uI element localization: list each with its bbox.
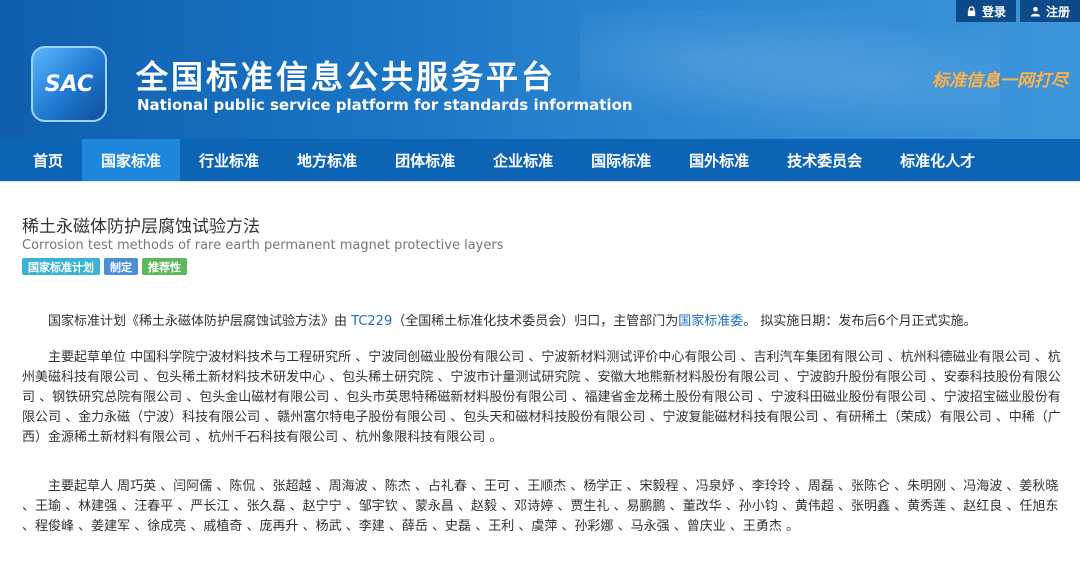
site-subtitle: National public service platform for sta…: [137, 96, 633, 114]
intro-text-2: （全国稀土标准化技术委员会）归口，主管部门为: [392, 314, 679, 329]
nav-item-local-standards[interactable]: 地方标准: [278, 139, 376, 181]
standard-badges: 国家标准计划 制定 推荐性: [22, 258, 187, 275]
nav-item-enterprise-standards[interactable]: 企业标准: [474, 139, 572, 181]
standard-title: 稀土永磁体防护层腐蚀试验方法: [22, 217, 260, 237]
intro-text-1: 国家标准计划《稀土永磁体防护层腐蚀试验方法》由: [48, 314, 352, 329]
nav-item-home[interactable]: 首页: [14, 139, 82, 181]
intro-paragraph: 国家标准计划《稀土永磁体防护层腐蚀试验方法》由 TC229（全国稀土标准化技术委…: [22, 312, 1064, 332]
main-nav: 首页 国家标准 行业标准 地方标准 团体标准 企业标准 国际标准 国外标准 技术…: [0, 139, 1080, 181]
department-link[interactable]: 国家标准委: [678, 314, 743, 329]
standard-title-english: Corrosion test methods of rare earth per…: [22, 238, 504, 253]
badge-plan-type: 国家标准计划: [22, 258, 100, 275]
nav-item-standardization-talent[interactable]: 标准化人才: [881, 139, 994, 181]
register-button[interactable]: 注册: [1019, 0, 1080, 22]
login-button[interactable]: 登录: [955, 0, 1016, 22]
badge-status: 制定: [104, 258, 138, 275]
intro-text-3: 。 拟实施日期：发布后6个月正式实施。: [743, 314, 977, 329]
badge-nature: 推荐性: [142, 258, 187, 275]
drafters-text: 主要起草人 周巧英 、闫阿儒 、陈侃 、张超越 、周海波 、陈杰 、占礼春 、王…: [22, 479, 1059, 534]
nav-item-industry-standards[interactable]: 行业标准: [180, 139, 278, 181]
nav-item-technical-committees[interactable]: 技术委员会: [768, 139, 881, 181]
drafting-units-text: 主要起草单位 中国科学院宁波材料技术与工程研究所 、宁波同创磁业股份有限公司 、…: [22, 350, 1061, 445]
nav-item-international-standards[interactable]: 国际标准: [572, 139, 670, 181]
slogan: 标准信息一网打尽: [932, 71, 1068, 91]
drafters-paragraph: 主要起草人 周巧英 、闫阿儒 、陈侃 、张超越 、周海波 、陈杰 、占礼春 、王…: [22, 477, 1064, 537]
logo-text: SAC: [44, 71, 94, 97]
drafting-units-paragraph: 主要起草单位 中国科学院宁波材料技术与工程研究所 、宁波同创磁业股份有限公司 、…: [22, 348, 1064, 448]
login-label: 登录: [981, 4, 1006, 19]
account-bar: 登录 注册: [952, 0, 1080, 22]
sac-logo[interactable]: SAC: [31, 46, 107, 122]
header-divider: [0, 181, 1080, 182]
site-header: 登录 注册 SAC 全国标准信息公共服务平台 National public s…: [0, 0, 1080, 139]
user-icon: [1030, 6, 1041, 17]
site-title: 全国标准信息公共服务平台: [136, 58, 557, 96]
tc229-link[interactable]: TC229: [351, 314, 392, 329]
register-label: 注册: [1045, 4, 1070, 19]
nav-item-group-standards[interactable]: 团体标准: [376, 139, 474, 181]
nav-item-national-standards[interactable]: 国家标准: [82, 139, 181, 181]
lock-icon: [967, 5, 976, 16]
nav-item-foreign-standards[interactable]: 国外标准: [670, 139, 768, 181]
